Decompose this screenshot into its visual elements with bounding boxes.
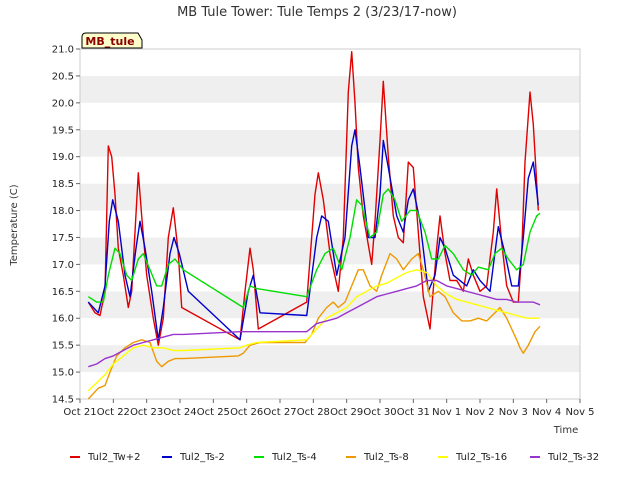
grid-band bbox=[80, 345, 580, 373]
x-tick-label: Oct 22 bbox=[97, 407, 130, 418]
x-tick-label: Nov 2 bbox=[465, 407, 494, 418]
x-tick-label: Oct 28 bbox=[297, 407, 330, 418]
y-tick-label: 16.0 bbox=[52, 314, 74, 325]
temperature-chart: 14.5 15.0 15.5 16.0 16.5 17.0 17.5 18.0 18.5 19.0… bbox=[9, 5, 599, 463]
legend-label: Tul2_Tw+2 bbox=[87, 452, 140, 463]
legend-label: Tul2_Ts-32 bbox=[547, 452, 599, 463]
x-tick-label: Oct 23 bbox=[130, 407, 163, 418]
grid-band bbox=[80, 75, 580, 103]
y-tick-label: 19.0 bbox=[52, 152, 74, 163]
grid-band bbox=[80, 129, 580, 157]
grid-band bbox=[80, 156, 580, 184]
x-tick-label: Nov 1 bbox=[432, 407, 461, 418]
y-tick-label: 19.5 bbox=[52, 125, 74, 136]
x-tick-label: Oct 21 bbox=[63, 407, 96, 418]
y-axis-label: Temperature (C) bbox=[9, 184, 20, 266]
x-axis-ticks: Oct 21 Oct 22 Oct 23 Oct 24 Oct 25 Oct 26 Oct … bbox=[63, 399, 595, 418]
y-tick-label: 20.5 bbox=[52, 71, 74, 82]
station-badge-label: MB_tule bbox=[85, 35, 134, 48]
y-tick-label: 15.0 bbox=[52, 368, 74, 379]
y-axis-ticks: 14.5 15.0 15.5 16.0 16.5 17.0 17.5 18.0 18.5 19.0… bbox=[52, 45, 80, 406]
y-tick-label: 18.0 bbox=[52, 206, 74, 217]
y-tick-label: 17.0 bbox=[52, 260, 74, 271]
x-tick-label: Oct 27 bbox=[263, 407, 296, 418]
station-badge: MB_tule bbox=[81, 32, 143, 49]
legend: Tul2_Tw+2 Tul2_Ts-2 Tul2_Ts-4 Tul2_Ts-8 Tul2… bbox=[70, 452, 599, 463]
x-tick-label: Nov 5 bbox=[565, 407, 594, 418]
x-tick-label: Oct 29 bbox=[330, 407, 363, 418]
legend-label: Tul2_Ts-4 bbox=[271, 452, 317, 463]
grid-band bbox=[80, 318, 580, 346]
x-tick-label: Oct 30 bbox=[363, 407, 396, 418]
y-tick-label: 15.5 bbox=[52, 341, 74, 352]
legend-label: Tul2_Ts-8 bbox=[363, 452, 409, 463]
y-tick-label: 18.5 bbox=[52, 179, 74, 190]
chart-title: MB Tule Tower: Tule Temps 2 (3/23/17-now… bbox=[177, 5, 457, 20]
x-tick-label: Oct 26 bbox=[230, 407, 263, 418]
grid-band bbox=[80, 102, 580, 130]
x-tick-label: Nov 3 bbox=[499, 407, 528, 418]
x-tick-label: Oct 31 bbox=[397, 407, 430, 418]
y-tick-label: 21.0 bbox=[52, 45, 74, 56]
x-tick-label: Oct 24 bbox=[163, 407, 196, 418]
legend-label: Tul2_Ts-16 bbox=[455, 452, 507, 463]
grid-band bbox=[80, 183, 580, 211]
grid-bands bbox=[80, 49, 580, 399]
x-axis-label: Time bbox=[553, 425, 578, 436]
x-tick-label: Nov 4 bbox=[532, 407, 561, 418]
x-tick-label: Oct 25 bbox=[197, 407, 230, 418]
y-tick-label: 16.5 bbox=[52, 287, 74, 298]
grid-band bbox=[80, 372, 580, 399]
y-tick-label: 17.5 bbox=[52, 233, 74, 244]
y-tick-label: 20.0 bbox=[52, 98, 74, 109]
legend-label: Tul2_Ts-2 bbox=[179, 452, 225, 463]
grid-band bbox=[80, 49, 580, 76]
y-tick-label: 14.5 bbox=[52, 395, 74, 406]
